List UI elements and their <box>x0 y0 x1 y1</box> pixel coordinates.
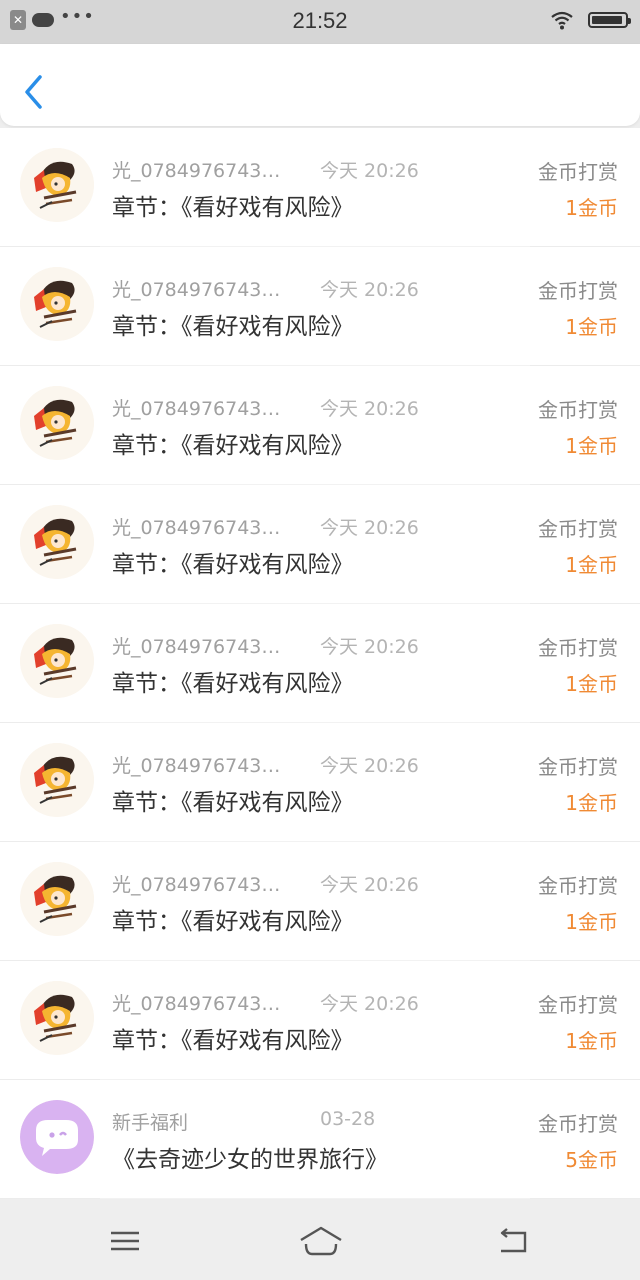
reward-type: 金币打赏 <box>538 755 618 779</box>
chevron-left-icon <box>25 75 42 109</box>
character-avatar-icon <box>20 981 94 1055</box>
character-avatar-icon <box>20 862 94 936</box>
reward-user-name: 光_0784976743… <box>112 160 281 182</box>
character-avatar-icon <box>20 386 94 460</box>
reward-chapter-title: 章节：《看好戏有风险》 <box>112 195 354 221</box>
reward-user-name: 光_0784976743… <box>112 755 281 777</box>
reward-amount: 1金币 <box>565 434 618 458</box>
avatar <box>20 981 94 1055</box>
reward-amount: 1金币 <box>565 553 618 577</box>
reward-time: 今天 20:26 <box>320 517 419 539</box>
nav-bar <box>0 44 640 126</box>
menu-button[interactable] <box>105 1223 145 1259</box>
status-time: 21:52 <box>292 8 348 33</box>
character-avatar-icon <box>20 743 94 817</box>
reward-time: 今天 20:26 <box>320 636 419 658</box>
system-nav-bar <box>0 1203 640 1280</box>
reward-type: 金币打赏 <box>538 874 618 898</box>
character-avatar-icon <box>20 267 94 341</box>
reward-list-item[interactable]: 光_0784976743… 今天 20:26 章节：《看好戏有风险》 金币打赏 … <box>0 723 640 842</box>
status-right-icons <box>550 10 631 30</box>
character-avatar-icon <box>20 505 94 579</box>
reward-type: 金币打赏 <box>538 993 618 1017</box>
reward-chapter-title: 章节：《看好戏有风险》 <box>112 1028 354 1054</box>
reward-amount: 1金币 <box>565 315 618 339</box>
reward-amount: 1金币 <box>565 791 618 815</box>
reward-type: 金币打赏 <box>538 279 618 303</box>
reward-type: 金币打赏 <box>538 636 618 660</box>
reward-user-name: 光_0784976743… <box>112 993 281 1015</box>
reward-time: 今天 20:26 <box>320 874 419 896</box>
reward-amount: 1金币 <box>565 1029 618 1053</box>
reward-type: 金币打赏 <box>538 160 618 184</box>
status-bar: ✕ ••• 21:52 <box>0 0 640 44</box>
reward-list: 光_0784976743… 今天 20:26 章节：《看好戏有风险》 金币打赏 … <box>0 128 640 1199</box>
character-avatar-icon <box>20 148 94 222</box>
reward-type: 金币打赏 <box>538 398 618 422</box>
reward-amount: 1金币 <box>565 196 618 220</box>
reward-list-item[interactable]: 光_0784976743… 今天 20:26 章节：《看好戏有风险》 金币打赏 … <box>0 604 640 723</box>
reward-user-name: 光_0784976743… <box>112 636 281 658</box>
reward-type: 金币打赏 <box>538 1112 618 1136</box>
reward-chapter-title: 章节：《看好戏有风险》 <box>112 671 354 697</box>
reward-time: 03-28 <box>320 1108 376 1130</box>
avatar <box>20 267 94 341</box>
back-arrow-icon <box>500 1228 527 1253</box>
home-button[interactable] <box>298 1223 344 1259</box>
avatar <box>20 862 94 936</box>
reward-user-name: 光_0784976743… <box>112 874 281 896</box>
divider <box>100 1198 530 1199</box>
reward-user-name: 光_0784976743… <box>112 398 281 420</box>
avatar <box>20 148 94 222</box>
reward-list-item[interactable]: 光_0784976743… 今天 20:26 章节：《看好戏有风险》 金币打赏 … <box>0 961 640 1080</box>
reward-type: 金币打赏 <box>538 517 618 541</box>
menu-icon <box>111 1231 139 1251</box>
avatar <box>20 743 94 817</box>
reward-time: 今天 20:26 <box>320 160 419 182</box>
reward-user-name: 光_0784976743… <box>112 279 281 301</box>
reward-time: 今天 20:26 <box>320 755 419 777</box>
reward-chapter-title: 章节：《看好戏有风险》 <box>112 790 354 816</box>
reward-amount: 5金币 <box>565 1148 618 1172</box>
avatar <box>20 624 94 698</box>
home-icon <box>300 1226 342 1256</box>
reward-list-item[interactable]: 光_0784976743… 今天 20:26 章节：《看好戏有风险》 金币打赏 … <box>0 247 640 366</box>
reward-list-item[interactable]: 光_0784976743… 今天 20:26 章节：《看好戏有风险》 金币打赏 … <box>0 842 640 961</box>
reward-user-name: 新手福利 <box>112 1112 189 1134</box>
reward-time: 今天 20:26 <box>320 279 419 301</box>
reward-amount: 1金币 <box>565 672 618 696</box>
back-button[interactable] <box>20 74 48 110</box>
reward-chapter-title: 章节：《看好戏有风险》 <box>112 433 354 459</box>
chat-bubble-icon <box>20 1100 94 1174</box>
reward-list-item[interactable]: 光_0784976743… 今天 20:26 章节：《看好戏有风险》 金币打赏 … <box>0 485 640 604</box>
back-nav-button[interactable] <box>495 1223 535 1259</box>
reward-time: 今天 20:26 <box>320 993 419 1015</box>
avatar <box>20 386 94 460</box>
reward-chapter-title: 《去奇迹少女的世界旅行》 <box>112 1147 388 1173</box>
reward-amount: 1金币 <box>565 910 618 934</box>
reward-list-item[interactable]: 光_0784976743… 今天 20:26 章节：《看好戏有风险》 金币打赏 … <box>0 128 640 247</box>
character-avatar-icon <box>20 624 94 698</box>
reward-user-name: 光_0784976743… <box>112 517 281 539</box>
reward-chapter-title: 章节：《看好戏有风险》 <box>112 552 354 578</box>
wifi-icon <box>551 11 573 30</box>
avatar <box>20 505 94 579</box>
reward-list-item[interactable]: 新手福利 03-28 《去奇迹少女的世界旅行》 金币打赏 5金币 <box>0 1080 640 1199</box>
reward-list-item[interactable]: 光_0784976743… 今天 20:26 章节：《看好戏有风险》 金币打赏 … <box>0 366 640 485</box>
avatar <box>20 1100 94 1174</box>
reward-time: 今天 20:26 <box>320 398 419 420</box>
reward-chapter-title: 章节：《看好戏有风险》 <box>112 909 354 935</box>
battery-icon <box>588 12 631 28</box>
reward-chapter-title: 章节：《看好戏有风险》 <box>112 314 354 340</box>
